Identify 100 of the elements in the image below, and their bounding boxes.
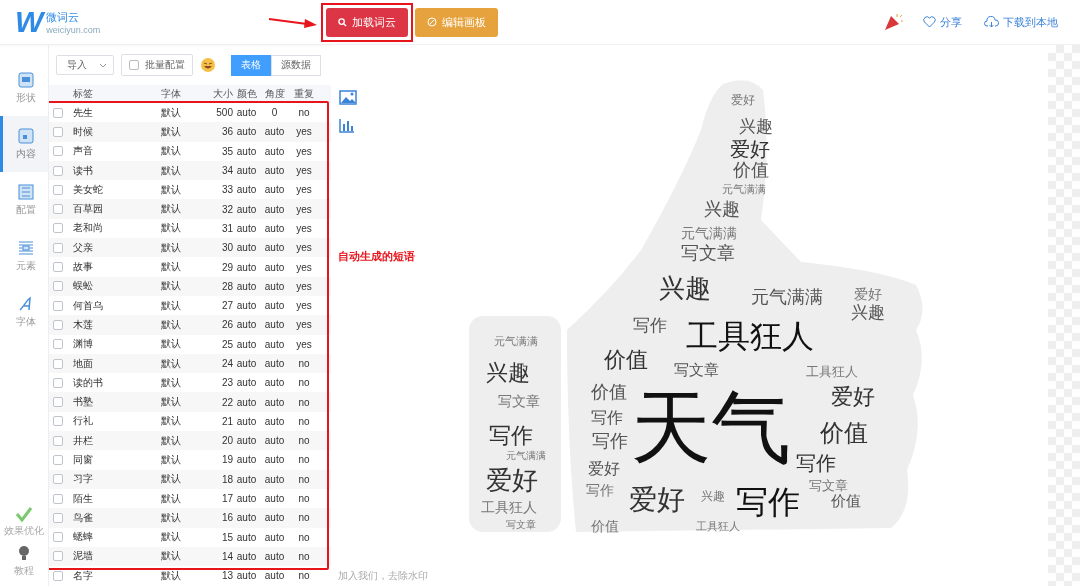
cloud-word: 兴趣 (704, 199, 740, 219)
table-cell-text: auto (235, 550, 258, 562)
sidebar-item[interactable]: 配置 (0, 172, 48, 228)
view-tab[interactable]: 表格 (231, 54, 271, 76)
table-cell-text: no (297, 512, 311, 524)
table-cell-text: yes (295, 319, 313, 331)
row-checkbox[interactable] (53, 551, 63, 562)
cloud-word: 价值 (591, 518, 619, 534)
row-checkbox[interactable] (53, 358, 63, 369)
row-checkbox[interactable] (53, 319, 63, 330)
table-cell-text: auto (263, 261, 286, 273)
table-cell-text: no (297, 454, 311, 466)
table-cell-text: auto (263, 512, 286, 524)
table-cell-text: auto (235, 531, 258, 543)
table-cell-text: yes (295, 126, 313, 138)
row-checkbox[interactable] (53, 184, 63, 195)
row-checkbox[interactable] (53, 242, 63, 253)
table-cell-text: auto (263, 165, 286, 177)
table-cell-text: 14 (220, 550, 233, 562)
column-header: 重复 (293, 87, 315, 101)
optimize-label[interactable]: 效果优化 (4, 524, 44, 538)
row-checkbox[interactable] (53, 107, 63, 118)
checkbox[interactable] (129, 60, 139, 70)
cloud-word: 元气满满 (751, 287, 823, 307)
edit-canvas-button[interactable]: 编辑画板 (415, 7, 498, 37)
sidebar-item[interactable]: 元素 (0, 228, 48, 284)
row-checkbox[interactable] (53, 377, 63, 388)
row-checkbox[interactable] (53, 339, 63, 350)
table-cell-text: 36 (220, 126, 233, 138)
table-cell-text: 34 (220, 165, 233, 177)
table-cell-text: auto (235, 415, 258, 427)
cloud-word: 兴趣 (851, 303, 885, 322)
row-checkbox[interactable] (53, 532, 63, 543)
load-cloud-button[interactable]: 加载词云 (326, 7, 408, 37)
table-cell-text: auto (263, 280, 286, 292)
table-cell-text: auto (263, 358, 286, 369)
sidebar-item[interactable]: 形状 (0, 60, 48, 116)
table-cell-text: 默认 (161, 144, 182, 159)
row-checkbox[interactable] (53, 262, 63, 272)
row-checkbox[interactable] (53, 146, 63, 157)
column-header: 大小 (212, 87, 233, 101)
row-checkbox[interactable] (53, 223, 63, 234)
row-checkbox[interactable] (53, 204, 63, 215)
row-checkbox[interactable] (53, 165, 63, 176)
table-cell-text: 默认 (161, 433, 182, 448)
row-checkbox[interactable] (53, 435, 63, 446)
table-cell-text: 17 (220, 493, 233, 505)
sidebar-item[interactable]: 内容 (0, 116, 48, 172)
share-link[interactable]: 分享 (923, 14, 962, 30)
table-cell-text: 默认 (161, 530, 182, 545)
image-icon[interactable] (339, 90, 357, 105)
row-checkbox[interactable] (53, 126, 63, 137)
table-cell-text: no (297, 107, 311, 119)
table-cell-text: 28 (220, 280, 233, 292)
table-cell-text: yes (295, 184, 313, 196)
tutorial-label[interactable]: 教程 (14, 564, 34, 578)
batch-config-checkbox[interactable]: 批量配置 (121, 54, 193, 76)
row-checkbox[interactable] (53, 416, 63, 427)
table-cell-text: 书塾 (73, 395, 94, 410)
table-cell-text: 31 (220, 222, 233, 234)
table-cell-text: auto (235, 570, 258, 582)
table-cell-text: 默认 (161, 124, 182, 139)
caret-icon (99, 62, 107, 68)
cloud-word: 写作 (586, 482, 614, 498)
table-cell-text: 35 (220, 145, 233, 157)
cloud-word: 元气满满 (494, 335, 538, 347)
table-cell-text: 名字 (73, 568, 94, 583)
table-cell-text: 老和尚 (73, 221, 104, 236)
table-cell-text: 默认 (161, 414, 182, 429)
download-link[interactable]: 下载到本地 (984, 14, 1058, 30)
laughing-emoji-icon[interactable] (200, 57, 216, 73)
row-checkbox[interactable] (53, 512, 63, 523)
row-checkbox[interactable] (53, 493, 63, 504)
table-cell-text: 同窗 (73, 453, 94, 467)
table-cell-text: auto (235, 184, 258, 196)
column-header: 字体 (161, 87, 182, 101)
lightbulb-icon (16, 544, 32, 562)
watermark-removal-link[interactable]: 加入我们，去除水印 (338, 569, 428, 583)
row-checkbox[interactable] (53, 474, 63, 485)
row-checkbox[interactable] (53, 570, 63, 581)
bar-chart-icon[interactable] (339, 118, 355, 133)
table-cell-text: auto (263, 145, 286, 157)
table-cell-text: 井栏 (73, 433, 94, 448)
row-checkbox[interactable] (53, 281, 63, 292)
table-cell-text: no (297, 550, 311, 562)
import-select[interactable]: 导入 (56, 55, 114, 75)
row-checkbox[interactable] (53, 455, 63, 465)
view-tab[interactable]: 源数据 (271, 54, 321, 76)
checkmark-icon (15, 506, 33, 522)
sidebar-item[interactable]: 字体 (0, 284, 48, 340)
cloud-word: 价值 (591, 382, 627, 402)
row-checkbox[interactable] (53, 397, 63, 408)
table-cell-text: auto (263, 184, 286, 196)
cloud-word: 兴趣 (659, 273, 711, 303)
row-checkbox[interactable] (53, 300, 63, 311)
table-cell-text: 默认 (161, 221, 182, 236)
table-cell-text: auto (263, 242, 286, 254)
table-cell-text: 33 (220, 184, 233, 196)
table-cell-text: auto (263, 300, 286, 312)
table-cell-text: auto (235, 280, 258, 292)
